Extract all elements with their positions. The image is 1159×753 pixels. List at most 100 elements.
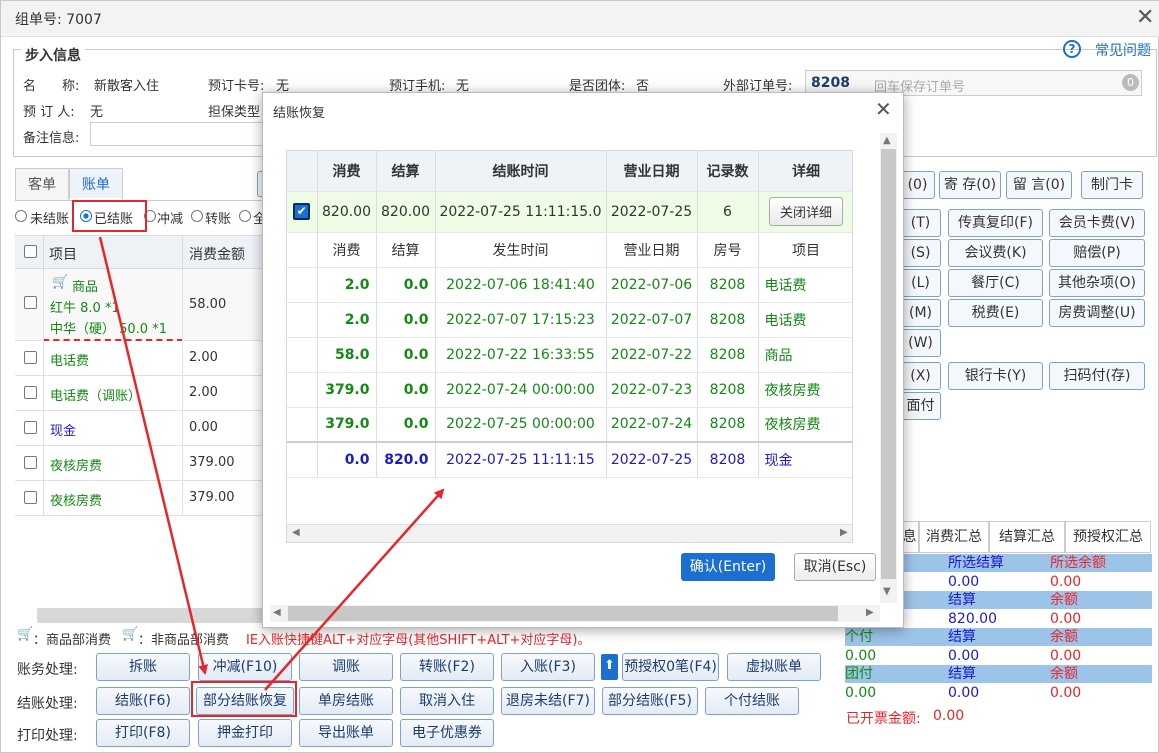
detail-col-item: 项目 [758,232,852,268]
print-button[interactable]: 打印(F8) [96,719,190,747]
radio-all[interactable] [239,210,251,222]
partial-checkout-button[interactable]: 部分结账(F5) [602,687,698,715]
row-checkbox[interactable] [24,421,37,434]
partial-w-button[interactable]: (W) [901,329,941,357]
dialog-scroll-up-icon[interactable]: ▲ [883,135,891,146]
table-row[interactable]: 电话费（调账） 2.00 [15,376,265,411]
up-arrow-icon[interactable]: ⬆ [601,654,618,680]
record-time: 2022-07-25 11:11:15.0 [435,191,607,233]
member-card-button[interactable]: 会员卡费(V) [1049,209,1145,237]
radio-unsettled[interactable] [15,210,27,222]
dialog-scroll-left-icon[interactable]: ◀ [273,607,281,618]
tab-guest[interactable]: 客单 [15,168,69,200]
bill-scrollbar[interactable] [37,608,263,623]
deposit-button[interactable]: 寄 存(0) [939,171,1001,199]
single-room-button[interactable]: 单房结账 [299,687,393,715]
deposit-print-button[interactable]: 押金打印 [198,719,292,747]
booking-card-label: 预订卡号: [208,79,265,94]
partial-t-button[interactable]: (T) [901,209,941,237]
dialog-h-thumb[interactable] [288,606,838,621]
detail-cell: 关闭详细 [758,191,852,233]
message-button[interactable]: 留 言(0) [1006,171,1072,199]
record-date: 2022-07-25 [606,191,698,233]
row-checkbox[interactable] [24,386,37,399]
table-row[interactable]: 现金 0.00 [15,411,265,446]
partial-m-button[interactable]: (M) [901,299,941,327]
help-link[interactable]: 常见问题 [1095,40,1151,60]
tab-consume-summary[interactable]: 消费汇总 [919,521,989,553]
row-checkbox[interactable] [24,491,37,504]
dialog-close-icon[interactable]: ✕ [875,99,892,119]
col-checkbox [287,151,318,192]
scroll-left-icon[interactable]: ◀ [292,527,300,538]
dialog-v-thumb[interactable] [881,149,896,579]
transfer-button[interactable]: 转账(F2) [400,653,494,681]
summary-record-row[interactable]: ✔ 820.00 820.00 2022-07-25 11:11:15.0 20… [287,191,852,233]
cancel-button[interactable]: 取消(Esc) [794,553,876,581]
misc-button[interactable]: 其他杂项(O) [1049,269,1145,297]
partial-x-button[interactable]: (X) [901,362,941,390]
remark-input[interactable] [90,122,270,146]
row-checkbox-cell[interactable]: ✔ [287,191,318,233]
tab-bill[interactable]: 账单 [69,168,123,200]
tab-preauth-summary[interactable]: 预授权汇总 [1065,521,1151,553]
checked-icon[interactable]: ✔ [293,203,311,220]
tab-settle-summary[interactable]: 结算汇总 [989,521,1065,553]
row-sub1: 红牛 8.0 *1 [50,301,120,316]
detail-item: 电话费 [758,302,852,338]
summary-value: 0.00 [1050,574,1082,590]
row-checkbox[interactable] [24,296,37,309]
summary-personal-pay: 个付 [845,629,873,645]
cancel-checkin-button[interactable]: 取消入住 [400,687,494,715]
meeting-button[interactable]: 会议费(K) [948,239,1043,267]
grid-h-scrollbar[interactable]: ◀ ▶ [287,524,852,542]
checkout-button[interactable]: 结账(F6) [96,687,190,715]
select-all-checkbox[interactable] [24,245,37,258]
fax-button[interactable]: 传真复印(F) [948,209,1043,237]
make-card-button[interactable]: 制门卡 [1081,171,1143,199]
storage-left-partial[interactable]: (0) [901,171,935,199]
partial-s-button[interactable]: (S) [901,239,941,267]
personal-checkout-button[interactable]: 个付结账 [705,687,799,715]
post-button[interactable]: 入账(F3) [501,653,595,681]
restaurant-button[interactable]: 餐厅(C) [948,269,1043,297]
adjust-button[interactable]: 调账 [299,653,393,681]
coupon-button[interactable]: 电子优惠券 [400,719,494,747]
record-count: 6 [697,191,759,233]
help-icon[interactable]: ? [1063,40,1081,58]
bank-card-button[interactable]: 银行卡(Y) [948,362,1043,390]
confirm-button[interactable]: 确认(Enter) [681,553,775,581]
table-row[interactable]: 🛒 商品 红牛 8.0 *1 中华（硬） 50.0 *1 58.00 [15,269,265,341]
settle-label: 结账处理: [17,696,78,712]
dialog-h-scrollbar[interactable]: ◀ ▶ [270,605,880,622]
face-pay-button[interactable]: 面付 [901,392,941,420]
row-item: 现金 [50,424,77,439]
table-row[interactable]: 电话费 2.00 [15,341,265,376]
preauth-button[interactable]: 预授权0笔(F4) [622,653,719,681]
row-checkbox[interactable] [24,351,37,364]
tax-button[interactable]: 税费(E) [948,299,1043,327]
virtual-bill-button[interactable]: 虚拟账单 [727,653,821,681]
clear-icon[interactable]: 0 [1122,74,1139,91]
row-checkbox[interactable] [24,456,37,469]
dialog-scroll-right-icon[interactable]: ▶ [866,607,874,618]
close-detail-button[interactable]: 关闭详细 [768,197,843,226]
scroll-right-icon[interactable]: ▶ [840,527,848,538]
dialog-v-scrollbar[interactable]: ▲ ▼ [880,133,897,603]
split-bill-button[interactable]: 拆账 [96,653,190,681]
row-sub2: 中华（硬） 50.0 *1 [50,322,167,337]
window-title: 组单号: 7007 [15,12,102,28]
dialog-scroll-down-icon[interactable]: ▼ [883,586,891,597]
offset-button[interactable]: 冲减(F10) [198,653,292,681]
scan-pay-button[interactable]: 扫码付(存) [1049,362,1145,390]
radio-transfer[interactable] [191,210,203,222]
export-bill-button[interactable]: 导出账单 [299,719,393,747]
close-icon[interactable]: ✕ [1136,7,1154,29]
partial-l-button[interactable]: (L) [901,269,941,297]
detail-room: 8208 [697,267,759,303]
room-adjust-button[interactable]: 房费调整(U) [1049,299,1145,327]
checkout-unsettled-button[interactable]: 退房未结(F7) [501,687,595,715]
table-row[interactable]: 夜核房费 379.00 [15,446,265,481]
compensation-button[interactable]: 赔偿(P) [1049,239,1145,267]
table-row[interactable]: 夜核房费 379.00 [15,481,265,516]
